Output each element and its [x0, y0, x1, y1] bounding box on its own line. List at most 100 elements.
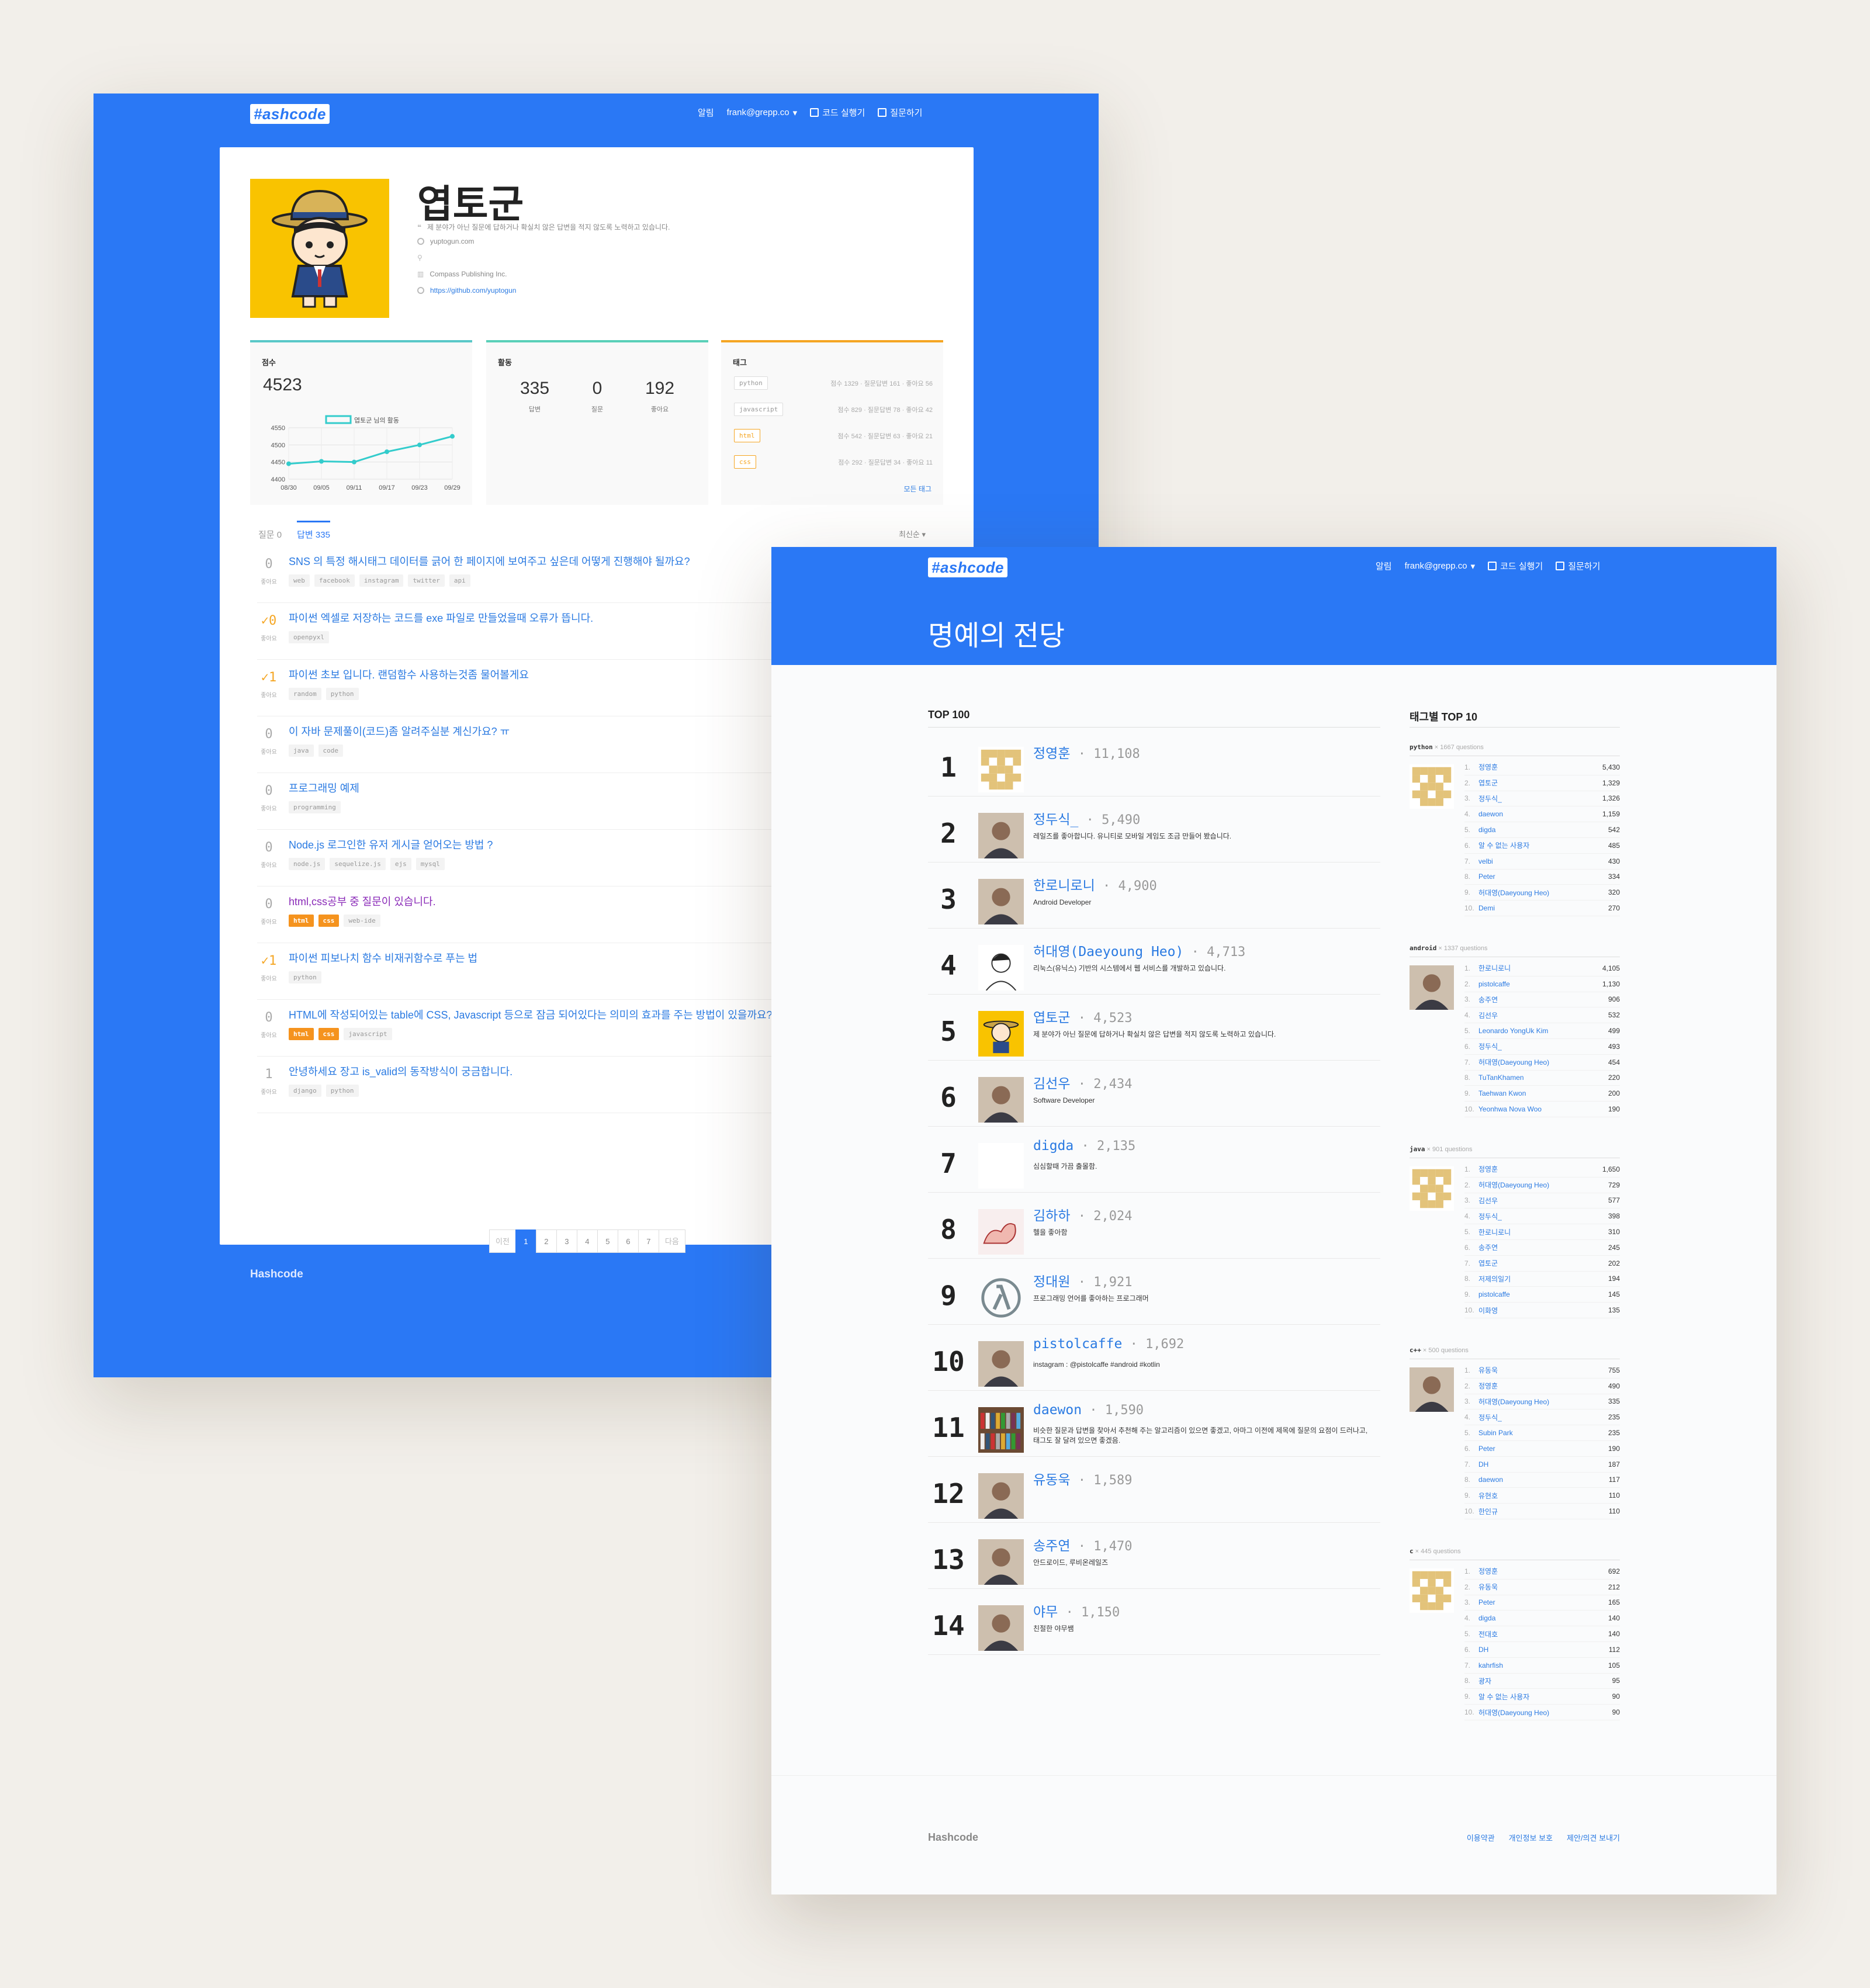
footer-link[interactable]: 이용약관 [1467, 1832, 1495, 1843]
user-name-link[interactable]: 엽토군 [1478, 778, 1602, 788]
profile-github[interactable]: https://github.com/yuptogun [417, 286, 516, 295]
user-name-link[interactable]: 정두식_ [1478, 794, 1602, 803]
user-avatar[interactable] [978, 1605, 1024, 1651]
tag-name[interactable]: python [1410, 743, 1433, 751]
tag-chip[interactable]: css [318, 1028, 340, 1040]
user-avatar[interactable] [978, 1077, 1024, 1123]
user-menu[interactable]: frank@grepp.co ▾ [1405, 561, 1475, 572]
user-name-link[interactable]: DH [1478, 1460, 1608, 1469]
tag-chip[interactable]: node.js [289, 858, 325, 870]
tag-chip[interactable]: python [325, 688, 359, 700]
page-button[interactable]: 3 [556, 1229, 577, 1253]
user-name-link[interactable]: Subin Park [1478, 1429, 1608, 1437]
user-name-link[interactable]: 한인규 [1478, 1506, 1609, 1516]
tag-name[interactable]: android [1410, 944, 1436, 952]
question-title-link[interactable]: 이 자바 문제풀이(코드)좀 알려주실분 계신가요? ㅠ [289, 723, 510, 739]
page-button[interactable]: 다음 [658, 1229, 685, 1253]
user-name-link[interactable]: 엽토군 [1478, 1258, 1608, 1268]
user-name-link[interactable]: pistolcaffe [1478, 1290, 1608, 1298]
user-name-link[interactable]: 허대영(Daeyoung Heo) [1478, 1180, 1608, 1190]
user-name-link[interactable]: 한로니로니 [1478, 963, 1602, 973]
ask-question-link[interactable]: 질문하기 [878, 106, 922, 119]
user-name-link[interactable]: Demi [1478, 904, 1608, 912]
user-name-link[interactable]: pistolcaffe · 1,692 [1033, 1336, 1184, 1352]
user-name-link[interactable]: 한로니로니 [1478, 1227, 1608, 1237]
user-avatar[interactable] [978, 945, 1024, 990]
tag-chip[interactable]: python [734, 376, 768, 390]
user-menu[interactable]: frank@grepp.co ▾ [727, 108, 797, 118]
tag-name[interactable]: c [1410, 1547, 1414, 1555]
user-name-link[interactable]: 송주연 · 1,470 [1033, 1535, 1132, 1554]
user-avatar[interactable] [978, 1539, 1024, 1585]
footer-link[interactable]: 개인정보 보호 [1509, 1832, 1553, 1843]
top-user-avatar[interactable] [1410, 1166, 1454, 1211]
user-name-link[interactable]: DH [1478, 1646, 1609, 1654]
tag-chip[interactable]: mysql [415, 858, 445, 870]
tag-chip[interactable]: css [318, 915, 340, 927]
user-name-link[interactable]: 알 수 없는 사용자 [1478, 840, 1608, 850]
tag-chip[interactable]: programming [289, 801, 341, 813]
user-name-link[interactable]: TuTanKhamen [1478, 1073, 1608, 1082]
tag-chip[interactable]: random [289, 688, 321, 700]
user-name-link[interactable]: 김선우 · 2,434 [1033, 1072, 1132, 1092]
page-button[interactable]: 이전 [489, 1229, 516, 1253]
user-name-link[interactable]: 광자 [1478, 1676, 1612, 1686]
tag-chip[interactable]: javascript [344, 1028, 392, 1040]
user-name-link[interactable]: daewon [1478, 1476, 1609, 1484]
question-title-link[interactable]: 프로그래밍 예제 [289, 780, 359, 795]
user-avatar[interactable] [978, 1011, 1024, 1057]
tab-answers[interactable]: 답변 335 [297, 521, 330, 541]
tag-name[interactable]: java [1410, 1145, 1425, 1153]
alerts-link[interactable]: 알림 [1376, 560, 1392, 572]
run-code-link[interactable]: 코드 실행기 [1488, 560, 1543, 572]
tab-questions[interactable]: 질문 0 [258, 528, 282, 541]
user-avatar[interactable] [978, 879, 1024, 924]
user-name-link[interactable]: 정두식_ [1478, 1412, 1608, 1422]
user-avatar[interactable] [978, 1341, 1024, 1387]
user-avatar[interactable] [978, 1209, 1024, 1255]
page-button[interactable]: 4 [576, 1229, 598, 1253]
tag-chip[interactable]: css [734, 455, 756, 469]
user-name-link[interactable]: daewon · 1,590 [1033, 1402, 1144, 1418]
question-title-link[interactable]: 파이썬 엑셀로 저장하는 코드를 exe 파일로 만들었을때 오류가 뜹니다. [289, 610, 593, 625]
ask-question-link[interactable]: 질문하기 [1556, 560, 1600, 572]
user-name-link[interactable]: kahrfish [1478, 1661, 1608, 1670]
user-avatar[interactable] [978, 1275, 1024, 1321]
user-name-link[interactable]: Taehwan Kwon [1478, 1089, 1608, 1097]
user-name-link[interactable]: 야무 · 1,150 [1033, 1601, 1120, 1620]
tag-chip[interactable]: python [289, 971, 321, 983]
user-name-link[interactable]: 허대영(Daeyoung Heo) [1478, 888, 1608, 898]
tag-chip[interactable]: django [289, 1085, 321, 1097]
user-avatar[interactable] [978, 1143, 1024, 1189]
user-name-link[interactable]: 알 수 없는 사용자 [1478, 1692, 1612, 1702]
tag-chip[interactable]: javascript [734, 403, 784, 416]
top-user-avatar[interactable] [1410, 965, 1454, 1010]
footer-link[interactable]: 제안/의견 보내기 [1567, 1832, 1620, 1843]
user-avatar[interactable] [978, 813, 1024, 858]
tag-chip[interactable]: instagram [359, 574, 404, 587]
profile-website[interactable]: yuptogun.com [417, 237, 474, 245]
user-avatar[interactable] [978, 1473, 1024, 1519]
tag-chip[interactable]: api [449, 574, 470, 587]
user-name-link[interactable]: 정영훈 [1478, 1381, 1608, 1391]
user-name-link[interactable]: daewon [1478, 810, 1602, 818]
user-avatar[interactable] [978, 747, 1024, 792]
user-name-link[interactable]: Yeonhwa Nova Woo [1478, 1105, 1608, 1113]
user-name-link[interactable]: 유동욱 [1478, 1365, 1608, 1375]
page-button[interactable]: 2 [535, 1229, 557, 1253]
user-name-link[interactable]: Peter [1478, 1445, 1608, 1453]
user-name-link[interactable]: 이화영 [1478, 1305, 1608, 1315]
page-button[interactable]: 1 [515, 1229, 536, 1253]
page-button[interactable]: 7 [638, 1229, 659, 1253]
tag-chip[interactable]: web-ide [344, 915, 380, 927]
tag-chip[interactable]: sequelize.js [330, 858, 386, 870]
user-name-link[interactable]: 정두식_ · 5,490 [1033, 808, 1140, 828]
top-user-avatar[interactable] [1410, 1568, 1454, 1613]
user-name-link[interactable]: 유동욱 · 1,589 [1033, 1469, 1132, 1488]
question-title-link[interactable]: HTML에 작성되어있는 table에 CSS, Javascript 등으로 … [289, 1007, 773, 1022]
tag-chip[interactable]: facebook [314, 574, 355, 587]
tag-chip[interactable]: python [325, 1085, 359, 1097]
user-name-link[interactable]: 허대영(Daeyoung Heo) [1478, 1708, 1612, 1717]
tag-chip[interactable]: code [318, 744, 343, 757]
user-name-link[interactable]: 허대영(Daeyoung Heo) [1478, 1397, 1608, 1407]
